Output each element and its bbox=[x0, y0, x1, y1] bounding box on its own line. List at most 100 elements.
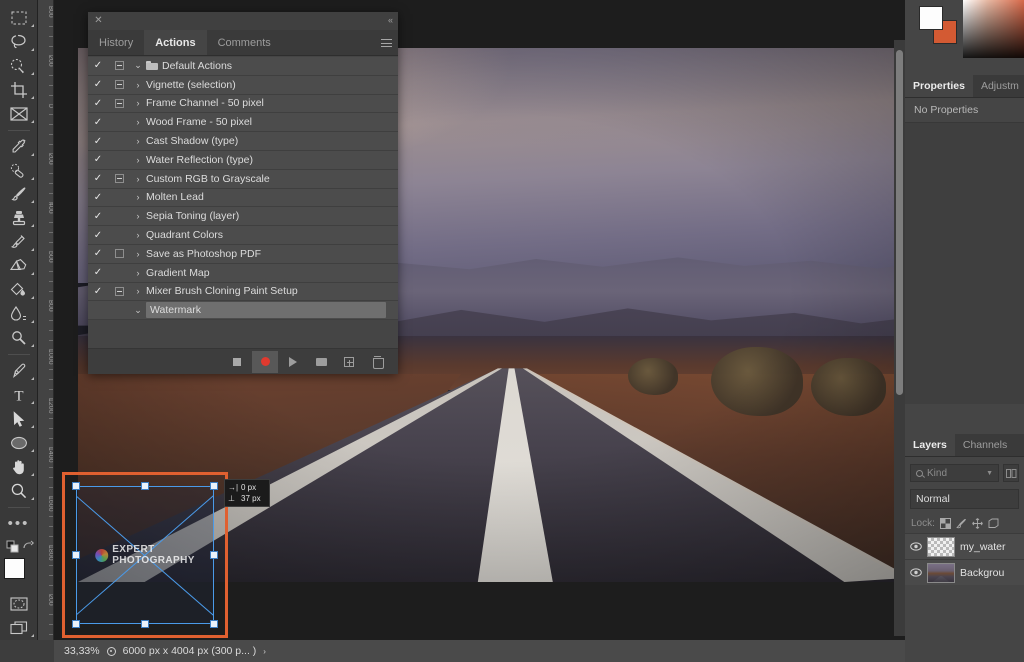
blend-mode-select[interactable]: Normal bbox=[910, 489, 1019, 509]
action-dialog-toggle[interactable] bbox=[108, 80, 130, 89]
action-row[interactable]: ✓›Cast Shadow (type) bbox=[88, 132, 398, 151]
action-row[interactable]: ✓›Mixer Brush Cloning Paint Setup bbox=[88, 283, 398, 302]
chevron-right-icon[interactable]: › bbox=[130, 117, 146, 127]
action-enabled-checkbox[interactable]: ✓ bbox=[88, 230, 108, 241]
stop-playing-recording-button[interactable] bbox=[224, 351, 250, 373]
action-row[interactable]: ✓›Custom RGB to Grayscale bbox=[88, 170, 398, 189]
layer-visibility-eye-icon[interactable] bbox=[910, 542, 922, 551]
chevron-right-icon[interactable]: › bbox=[130, 249, 146, 259]
action-enabled-checkbox[interactable]: ✓ bbox=[88, 136, 108, 147]
action-enabled-checkbox[interactable]: ✓ bbox=[88, 79, 108, 90]
pen-tool[interactable] bbox=[2, 359, 36, 383]
actions-panel-toolbar[interactable] bbox=[88, 348, 398, 374]
transform-handle-top-left[interactable] bbox=[72, 482, 80, 490]
screen-mode-button[interactable] bbox=[2, 616, 36, 640]
gradient-tool[interactable] bbox=[2, 278, 36, 302]
chevron-down-icon[interactable]: ⌄ bbox=[130, 305, 146, 316]
action-row[interactable]: ✓›Water Reflection (type) bbox=[88, 151, 398, 170]
panel-menu-icon[interactable] bbox=[381, 39, 392, 47]
action-dialog-toggle[interactable] bbox=[108, 137, 130, 146]
action-enabled-checkbox[interactable]: ✓ bbox=[88, 173, 108, 184]
transform-handle-middle-left[interactable] bbox=[72, 551, 80, 559]
create-new-action-button[interactable] bbox=[336, 351, 362, 373]
chevron-right-icon[interactable]: › bbox=[130, 211, 146, 221]
action-row[interactable]: ✓›Molten Lead bbox=[88, 189, 398, 208]
actions-panel[interactable]: ✕ « History Actions Comments ✓⌄Default A… bbox=[88, 12, 398, 374]
action-dialog-toggle[interactable] bbox=[108, 249, 130, 258]
layers-filter-row[interactable]: Kind ▼ bbox=[910, 462, 1019, 484]
layer-row[interactable]: Backgrou bbox=[905, 559, 1024, 585]
clone-stamp-tool[interactable] bbox=[2, 206, 36, 230]
chevron-right-icon[interactable]: › bbox=[130, 286, 146, 296]
tab-history[interactable]: History bbox=[88, 30, 144, 55]
tab-layers[interactable]: Layers bbox=[905, 434, 955, 456]
action-dialog-toggle[interactable] bbox=[108, 118, 130, 127]
tab-properties[interactable]: Properties bbox=[905, 75, 973, 97]
transform-selection-overlay[interactable]: EXPERT PHOTOGRAPHY bbox=[62, 472, 228, 638]
action-dialog-toggle[interactable] bbox=[108, 287, 130, 296]
foreground-background-color-swatches[interactable] bbox=[2, 558, 36, 592]
chevron-right-icon[interactable]: › bbox=[263, 647, 266, 656]
brush-tool[interactable] bbox=[2, 183, 36, 207]
chevron-right-icon[interactable]: › bbox=[130, 192, 146, 202]
action-enabled-checkbox[interactable]: ✓ bbox=[88, 98, 108, 109]
layer-filter-kind-select[interactable]: Kind ▼ bbox=[910, 464, 999, 482]
action-dialog-toggle[interactable] bbox=[108, 193, 130, 202]
action-row[interactable]: ⌄Watermark bbox=[88, 301, 398, 320]
eyedropper-tool[interactable] bbox=[2, 135, 36, 159]
chevron-right-icon[interactable]: › bbox=[130, 98, 146, 108]
action-set-row[interactable]: ✓⌄Default Actions bbox=[88, 57, 398, 76]
action-dialog-toggle[interactable] bbox=[108, 306, 130, 315]
more-tools-button[interactable]: ••• bbox=[2, 512, 36, 536]
create-new-set-button[interactable] bbox=[308, 351, 334, 373]
action-dialog-toggle[interactable] bbox=[108, 174, 130, 183]
rectangular-marquee-tool[interactable] bbox=[2, 6, 36, 30]
quick-mask-mode-button[interactable] bbox=[2, 592, 36, 616]
action-enabled-checkbox[interactable]: ✓ bbox=[88, 286, 108, 297]
actions-list[interactable]: ✓⌄Default Actions✓›Vignette (selection)✓… bbox=[88, 56, 398, 348]
ellipse-tool[interactable] bbox=[2, 431, 36, 455]
action-row[interactable]: ✓›Save as Photoshop PDF bbox=[88, 245, 398, 264]
layer-visibility-eye-icon[interactable] bbox=[910, 568, 922, 577]
properties-panel-tabs[interactable]: Properties Adjustm bbox=[905, 75, 1024, 98]
chevron-right-icon[interactable]: › bbox=[130, 174, 146, 184]
action-enabled-checkbox[interactable]: ✓ bbox=[88, 154, 108, 165]
transform-handle-middle-right[interactable] bbox=[210, 551, 218, 559]
action-dialog-toggle[interactable] bbox=[108, 99, 130, 108]
chevron-right-icon[interactable]: › bbox=[130, 268, 146, 278]
action-row[interactable]: ✓›Frame Channel - 50 pixel bbox=[88, 95, 398, 114]
actions-panel-tabs[interactable]: History Actions Comments bbox=[88, 30, 398, 56]
foreground-color-swatch[interactable] bbox=[4, 558, 25, 579]
transform-handle-top-center[interactable] bbox=[141, 482, 149, 490]
history-brush-tool[interactable] bbox=[2, 230, 36, 254]
hand-tool[interactable] bbox=[2, 455, 36, 479]
chevron-right-icon[interactable]: › bbox=[130, 155, 146, 165]
quick-selection-tool[interactable] bbox=[2, 54, 36, 78]
action-enabled-checkbox[interactable]: ✓ bbox=[88, 267, 108, 278]
canvas-vertical-scrollbar-thumb[interactable] bbox=[896, 50, 903, 395]
action-row[interactable]: ✓›Quadrant Colors bbox=[88, 226, 398, 245]
zoom-tool[interactable] bbox=[2, 479, 36, 503]
status-bar[interactable]: 33,33% 6000 px x 4004 px (300 p... ) › bbox=[54, 640, 905, 662]
action-enabled-checkbox[interactable]: ✓ bbox=[88, 117, 108, 128]
blur-tool[interactable] bbox=[2, 302, 36, 326]
layer-thumbnail[interactable] bbox=[927, 563, 955, 583]
layers-list[interactable]: my_waterBackgrou bbox=[905, 533, 1024, 585]
toggle-filters-button[interactable] bbox=[1003, 464, 1019, 482]
spot-healing-brush-tool[interactable] bbox=[2, 159, 36, 183]
delete-button[interactable] bbox=[364, 351, 390, 373]
canvas-vertical-scrollbar[interactable] bbox=[894, 40, 905, 636]
lock-artboard-nesting-icon[interactable] bbox=[988, 518, 999, 529]
collapse-to-icons-icon[interactable]: « bbox=[388, 15, 393, 26]
action-dialog-toggle[interactable] bbox=[108, 61, 130, 70]
layer-thumbnail[interactable] bbox=[927, 537, 955, 557]
path-selection-tool[interactable] bbox=[2, 407, 36, 431]
transform-handle-bottom-left[interactable] bbox=[72, 620, 80, 628]
action-row[interactable]: ✓›Gradient Map bbox=[88, 264, 398, 283]
default-and-swap-colors[interactable] bbox=[2, 538, 36, 556]
color-picker-gradient-field[interactable] bbox=[963, 0, 1024, 58]
action-row[interactable]: ✓›Sepia Toning (layer) bbox=[88, 207, 398, 226]
action-dialog-toggle[interactable] bbox=[108, 231, 130, 240]
action-dialog-toggle[interactable] bbox=[108, 212, 130, 221]
layers-panel-tabs[interactable]: Layers Channels bbox=[905, 434, 1024, 457]
